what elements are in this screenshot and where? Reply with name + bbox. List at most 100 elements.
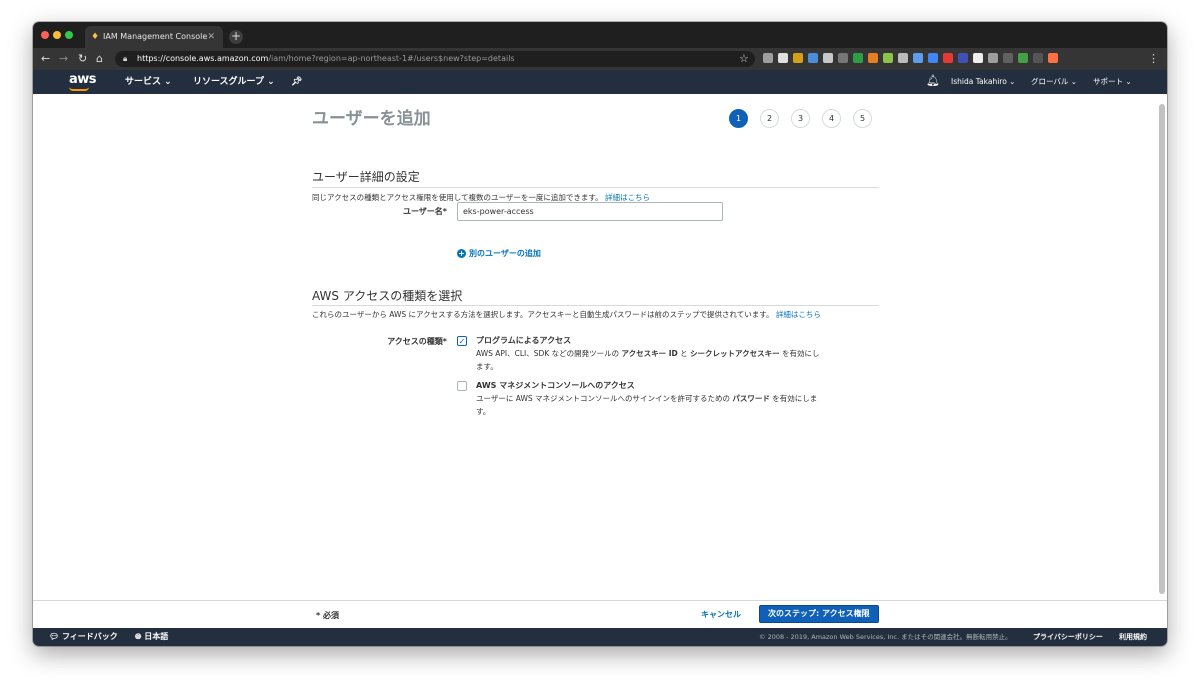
required-note: * 必須 — [316, 611, 339, 620]
access-type-label: アクセスの種類* — [387, 337, 447, 346]
language-label: 日本語 — [144, 632, 169, 641]
language-selector[interactable]: 🌐︎ 日本語 — [135, 628, 168, 646]
extension-icon[interactable] — [1048, 53, 1058, 63]
extension-icon[interactable] — [898, 53, 908, 63]
cancel-button[interactable]: キャンセル — [701, 609, 741, 620]
wizard-step-5[interactable]: 5 — [853, 109, 872, 128]
wizard-step-4[interactable]: 4 — [822, 109, 841, 128]
bell-icon[interactable]: 🔔︎ — [926, 74, 940, 87]
extension-icon[interactable] — [1033, 53, 1043, 63]
iam-favicon-icon: ♦ — [91, 32, 100, 42]
url-scheme: https:// — [137, 54, 166, 63]
console-desc-a: ユーザーに AWS マネジメントコンソールへのサインインを許可するための — [476, 394, 733, 403]
close-tab-icon[interactable]: ✕ — [207, 26, 215, 48]
wizard-steps: 12345 — [729, 109, 872, 128]
browser-toolbar: ← → ↻ ⌂ 🔒︎ https://console.aws.amazon.co… — [33, 48, 1167, 70]
title-bar: ♦ IAM Management Console ✕ + — [33, 22, 1167, 48]
next-step-button[interactable]: 次のステップ: アクセス権限 — [759, 605, 879, 623]
extension-icon[interactable] — [988, 53, 998, 63]
extension-icon[interactable] — [958, 53, 968, 63]
extension-icon[interactable] — [778, 53, 788, 63]
browser-menu-icon[interactable]: ⋮ — [1148, 52, 1159, 65]
extension-icon[interactable] — [883, 53, 893, 63]
extension-icon[interactable] — [913, 53, 923, 63]
reload-icon[interactable]: ↻ — [78, 51, 87, 67]
extension-icon[interactable] — [973, 53, 983, 63]
wizard-step-2[interactable]: 2 — [760, 109, 779, 128]
username-input[interactable] — [457, 202, 723, 221]
username-label: ユーザー名* — [402, 207, 447, 216]
address-bar[interactable]: 🔒︎ https://console.aws.amazon.com/iam/ho… — [115, 51, 755, 67]
aws-logo-smile-icon — [69, 87, 89, 91]
aws-top-nav: aws サービス ⌄ リソースグループ ⌄ 📌︎ 🔔︎ Ishida Takah… — [33, 70, 1167, 94]
new-tab-button[interactable]: + — [229, 30, 243, 44]
browser-tab[interactable]: ♦ IAM Management Console ✕ — [85, 26, 223, 48]
lock-icon: 🔒︎ — [123, 54, 128, 63]
globe-icon: 🌐︎ — [135, 632, 142, 641]
extension-icon[interactable] — [928, 53, 938, 63]
home-icon[interactable]: ⌂ — [96, 51, 103, 67]
access-type-heading: AWS アクセスの種類を選択 — [312, 289, 463, 303]
wizard-footer: * 必須 キャンセル 次のステップ: アクセス権限 — [33, 600, 1167, 628]
extension-icon[interactable] — [838, 53, 848, 63]
back-arrow-icon[interactable]: ← — [41, 51, 50, 67]
maximize-window-button[interactable] — [65, 31, 73, 39]
support-menu[interactable]: サポート ⌄ — [1093, 70, 1132, 94]
url-host: console.aws.amazon.com — [165, 54, 269, 63]
region-menu[interactable]: グローバル ⌄ — [1031, 70, 1077, 94]
access-type-description: これらのユーザーから AWS にアクセスする方法を選択します。アクセスキーと自動… — [312, 309, 821, 320]
bookmark-star-icon[interactable]: ☆ — [739, 52, 749, 65]
wizard-step-3[interactable]: 3 — [791, 109, 810, 128]
programmatic-desc-secret-key: シークレットアクセスキー — [690, 349, 780, 358]
user-details-description-text: 同じアクセスの種類とアクセス権限を使用して複数のユーザーを一度に追加できます。 — [312, 193, 603, 202]
privacy-policy-link[interactable]: プライバシーポリシー — [1033, 628, 1103, 646]
copyright-text: © 2008 - 2019, Amazon Web Services, Inc.… — [759, 633, 1012, 641]
minimize-window-button[interactable] — [53, 31, 61, 39]
feedback-label: フィードバック — [61, 632, 118, 641]
extension-icon[interactable] — [763, 53, 773, 63]
extension-icon[interactable] — [943, 53, 953, 63]
aws-logo[interactable]: aws — [69, 72, 97, 87]
programmatic-access-checkbox[interactable]: ✓ — [457, 336, 467, 346]
main-content: ユーザーを追加 12345 ユーザー詳細の設定 同じアクセスの種類とアクセス権限… — [33, 94, 1167, 600]
url-path: /iam/home?region=ap-northeast-1#/users$n… — [268, 54, 515, 63]
section-divider — [312, 187, 879, 188]
programmatic-access-title: プログラムによるアクセス — [476, 336, 572, 345]
programmatic-desc-and: と — [677, 349, 691, 358]
programmatic-access-description: AWS API、CLI、SDK などの開発ツールの アクセスキー ID と シー… — [476, 347, 821, 373]
page-scrollbar[interactable] — [1159, 104, 1165, 594]
access-type-learn-more-link[interactable]: 詳細はこちら — [776, 310, 821, 319]
terms-link[interactable]: 利用規約 — [1119, 628, 1147, 646]
browser-window: ♦ IAM Management Console ✕ + ← → ↻ ⌂ 🔒︎ … — [33, 22, 1167, 646]
services-menu[interactable]: サービス ⌄ — [125, 70, 172, 94]
pin-icon[interactable]: 📌︎ — [291, 70, 302, 94]
account-menu[interactable]: Ishida Takahiro ⌄ — [951, 70, 1015, 94]
extension-icon[interactable] — [868, 53, 878, 63]
console-access-title: AWS マネジメントコンソールへのアクセス — [476, 381, 635, 390]
extension-icon[interactable] — [823, 53, 833, 63]
user-details-learn-more-link[interactable]: 詳細はこちら — [605, 193, 650, 202]
extension-icon[interactable] — [1018, 53, 1028, 63]
extension-icon[interactable] — [853, 53, 863, 63]
resource-groups-menu[interactable]: リソースグループ ⌄ — [193, 70, 275, 94]
feedback-button[interactable]: 💬︎ フィードバック — [49, 628, 118, 646]
console-desc-password: パスワード — [732, 394, 770, 403]
extension-icon[interactable] — [793, 53, 803, 63]
page-title: ユーザーを追加 — [312, 109, 431, 129]
wizard-step-1[interactable]: 1 — [729, 109, 748, 128]
section-divider — [312, 305, 879, 306]
programmatic-desc-access-key: アクセスキー ID — [621, 349, 678, 358]
console-access-description: ユーザーに AWS マネジメントコンソールへのサインインを許可するための パスワ… — [476, 392, 821, 418]
forward-arrow-icon[interactable]: → — [59, 51, 68, 67]
extension-icon[interactable] — [808, 53, 818, 63]
add-another-user-link[interactable]: + 別のユーザーの追加 — [457, 248, 541, 259]
close-window-button[interactable] — [41, 31, 49, 39]
extension-icon[interactable] — [1003, 53, 1013, 63]
extension-icons — [763, 53, 1058, 65]
speech-bubble-icon: 💬︎ — [49, 632, 60, 641]
user-details-heading: ユーザー詳細の設定 — [312, 170, 420, 184]
console-bottom-bar: 💬︎ フィードバック 🌐︎ 日本語 © 2008 - 2019, Amazon … — [33, 628, 1167, 646]
console-access-checkbox[interactable] — [457, 381, 467, 391]
programmatic-desc-a: AWS API、CLI、SDK などの開発ツールの — [476, 349, 622, 358]
tab-title: IAM Management Console — [103, 32, 208, 41]
